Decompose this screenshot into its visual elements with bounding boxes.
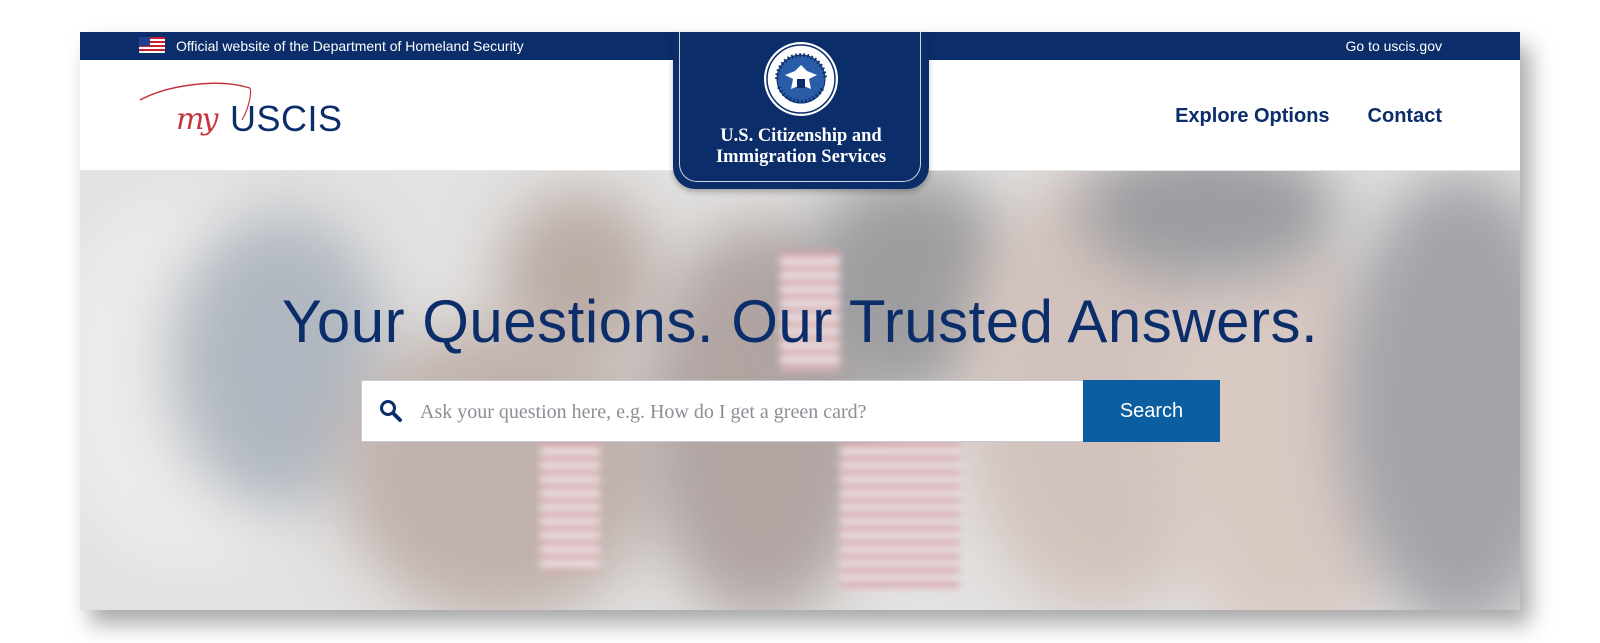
main-nav: Explore Options Contact (1175, 105, 1442, 128)
search-icon (380, 400, 402, 422)
nav-contact[interactable]: Contact (1368, 105, 1442, 128)
search-input[interactable] (418, 381, 1072, 443)
official-site-text: Official website of the Department of Ho… (176, 38, 524, 54)
search-bar: Search (361, 380, 1222, 443)
uscis-emblem[interactable]: U.S. Citizenship and Immigration Service… (673, 32, 929, 189)
search-button[interactable]: Search (1083, 380, 1220, 442)
dhs-seal-icon (764, 42, 838, 116)
logo-uscis-text: USCIS (230, 98, 343, 139)
nav-explore-options[interactable]: Explore Options (1175, 105, 1329, 128)
agency-name-line2: Immigration Services (715, 147, 887, 167)
us-flag-icon (139, 37, 165, 53)
agency-name-line1: U.S. Citizenship and (720, 126, 882, 146)
myuscis-logo[interactable]: my USCIS (138, 80, 342, 140)
logo-my-text: my (176, 102, 218, 137)
go-to-uscis-link[interactable]: Go to uscis.gov (1346, 38, 1443, 54)
browser-frame: Official website of the Department of Ho… (80, 32, 1520, 610)
hero-section: Your Questions. Our Trusted Answers. Sea… (80, 171, 1520, 610)
search-box (361, 380, 1085, 443)
agency-name: U.S. Citizenship and Immigration Service… (673, 126, 929, 168)
hero-headline: Your Questions. Our Trusted Answers. (281, 288, 1319, 355)
